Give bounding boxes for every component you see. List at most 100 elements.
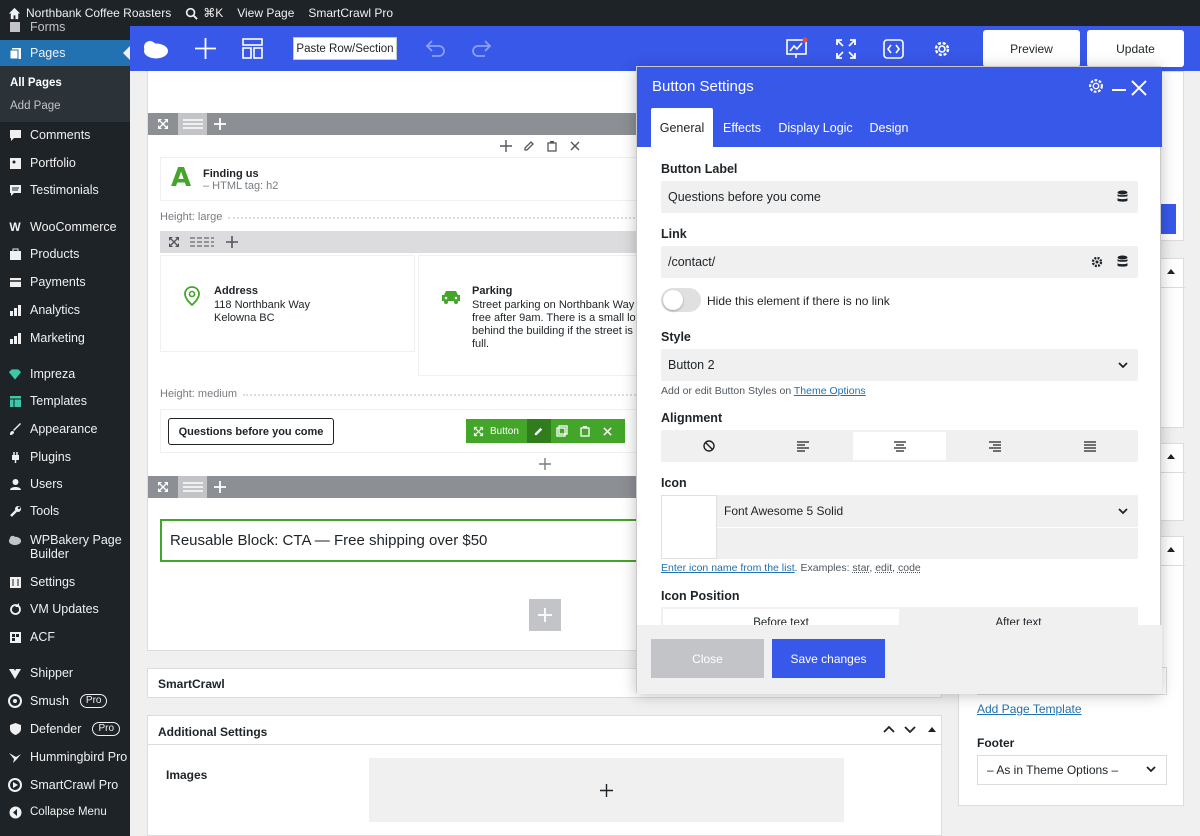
close-icon[interactable] — [569, 140, 581, 152]
preview-button[interactable]: Preview — [983, 30, 1080, 67]
database-icon[interactable] — [1117, 190, 1128, 203]
sidebar-item-settings[interactable]: Settings — [0, 575, 130, 589]
tab-display-logic[interactable]: Display Logic — [775, 108, 856, 147]
database-icon[interactable] — [1117, 255, 1128, 268]
templates-icon[interactable] — [240, 36, 265, 61]
chevron-up-icon[interactable] — [883, 725, 895, 734]
gear-icon[interactable] — [1087, 77, 1105, 95]
sidebar-item-analytics[interactable]: Analytics — [0, 303, 130, 317]
view-page-link[interactable]: View Page — [237, 6, 294, 20]
copy-icon[interactable] — [579, 425, 591, 437]
smartcrawl-link[interactable]: SmartCrawl Pro — [308, 6, 393, 20]
sidebar-item-shipper[interactable]: Shipper — [0, 666, 130, 680]
sidebar-item-woocommerce[interactable]: W WooCommerce — [0, 220, 130, 234]
sidebar-item-payments[interactable]: Payments — [0, 275, 130, 289]
close-button[interactable]: Close — [651, 639, 764, 678]
theme-options-link[interactable]: Theme Options — [794, 385, 866, 397]
sidebar-item-plugins[interactable]: Plugins — [0, 450, 130, 464]
sidebar-item-tools[interactable]: Tools — [0, 504, 130, 518]
sidebar-item-marketing[interactable]: Marketing — [0, 331, 130, 345]
questions-button-preview[interactable]: Questions before you come — [168, 418, 334, 445]
sidebar-item-wpbakery[interactable]: WPBakery Page Builder — [0, 533, 130, 561]
expand-icon[interactable] — [148, 113, 178, 135]
submenu-all-pages[interactable]: All Pages — [10, 77, 62, 89]
sidebar-item-portfolio[interactable]: Portfolio — [0, 156, 130, 170]
column-parking[interactable]: Parking Street parking on Northbank Way … — [418, 255, 643, 376]
add-row-button[interactable] — [529, 599, 561, 631]
tab-effects[interactable]: Effects — [717, 108, 767, 147]
sidebar-item-users[interactable]: Users — [0, 477, 130, 491]
minimize-icon[interactable] — [1112, 89, 1126, 91]
seo-icon[interactable] — [784, 35, 809, 60]
sidebar-item-appearance[interactable]: Appearance — [0, 422, 130, 436]
sidebar-item-defender[interactable]: Defender Pro — [0, 722, 130, 736]
sidebar-item-hummingbird[interactable]: Hummingbird Pro — [0, 750, 130, 764]
style-select[interactable]: Button 2 — [661, 349, 1138, 381]
paste-row-button[interactable]: Paste Row/Section — [293, 37, 397, 60]
example-star[interactable]: star — [852, 562, 869, 574]
caret-up-icon[interactable] — [1167, 547, 1175, 552]
sidebar-item-forms[interactable]: Forms — [0, 20, 130, 34]
icon-set-select[interactable]: Font Awesome 5 Solid — [717, 495, 1138, 527]
icon-name-input[interactable] — [717, 527, 1138, 559]
footer-select[interactable]: – As in Theme Options – — [977, 755, 1167, 785]
reusable-block[interactable]: Reusable Block: CTA — Free shipping over… — [160, 519, 650, 562]
sidebar-item-smartcrawl[interactable]: SmartCrawl Pro — [0, 778, 130, 792]
save-changes-button[interactable]: Save changes — [772, 639, 885, 678]
close-icon[interactable] — [1131, 80, 1147, 96]
gear-icon[interactable] — [929, 36, 954, 61]
update-button[interactable]: Update — [1087, 30, 1184, 67]
expand-icon[interactable] — [168, 236, 180, 248]
delete-icon[interactable] — [602, 426, 613, 437]
plus-icon[interactable] — [500, 140, 512, 152]
sidebar-item-templates[interactable]: Templates — [0, 394, 130, 408]
chevron-down-icon[interactable] — [904, 725, 916, 734]
align-justify-icon[interactable] — [1044, 432, 1136, 460]
button-label-input[interactable]: Questions before you come — [661, 181, 1138, 213]
sidebar-item-impreza[interactable]: Impreza — [0, 367, 130, 381]
icon-position-before[interactable]: Before text — [663, 609, 899, 625]
drag-handle-icon[interactable] — [190, 237, 214, 247]
clone-icon[interactable] — [556, 425, 568, 437]
gear-icon[interactable] — [1091, 256, 1103, 268]
expand-icon[interactable] — [148, 476, 178, 498]
search-shortcut[interactable]: ⌘K — [185, 6, 223, 20]
sidebar-item-vm-updates[interactable]: VM Updates — [0, 602, 130, 616]
pencil-icon[interactable] — [523, 140, 535, 152]
sidebar-item-comments[interactable]: Comments — [0, 128, 130, 142]
collapse-menu-button[interactable]: Collapse Menu — [0, 805, 130, 819]
hide-no-link-toggle[interactable] — [661, 288, 701, 312]
add-column-icon[interactable] — [226, 236, 238, 248]
redo-icon[interactable] — [470, 36, 495, 61]
drag-handle-icon[interactable] — [178, 113, 207, 135]
expand-icon[interactable] — [473, 426, 484, 437]
sidebar-item-products[interactable]: Products — [0, 247, 130, 261]
align-center-icon[interactable] — [853, 432, 946, 460]
copy-icon[interactable] — [546, 140, 558, 152]
undo-icon[interactable] — [422, 36, 447, 61]
link-input[interactable]: /contact/ — [661, 246, 1138, 278]
caret-up-icon[interactable] — [1167, 269, 1175, 274]
heading-element[interactable]: A Finding us – HTML tag: h2 — [160, 157, 638, 201]
align-left-icon[interactable] — [757, 432, 849, 460]
submenu-add-page[interactable]: Add Page — [10, 100, 61, 112]
pencil-icon[interactable] — [526, 419, 551, 443]
publish-button-fragment[interactable] — [1159, 204, 1176, 234]
add-element-icon[interactable] — [193, 36, 218, 61]
tab-design[interactable]: Design — [864, 108, 914, 147]
fullscreen-icon[interactable] — [833, 36, 858, 61]
tab-general[interactable]: General — [651, 108, 713, 147]
drag-handle-icon[interactable] — [178, 476, 207, 498]
example-edit[interactable]: edit — [875, 562, 892, 574]
example-code[interactable]: code — [898, 562, 921, 574]
code-icon[interactable] — [881, 36, 906, 61]
caret-up-icon[interactable] — [928, 727, 936, 732]
icon-list-link[interactable]: Enter icon name from the list — [661, 562, 795, 574]
add-page-template-link[interactable]: Add Page Template — [977, 702, 1082, 716]
align-none-icon[interactable] — [663, 432, 755, 460]
sidebar-item-testimonials[interactable]: Testimonials — [0, 183, 130, 197]
add-row-icon[interactable] — [207, 113, 233, 135]
wpbakery-logo-icon[interactable] — [140, 36, 170, 61]
sidebar-item-pages[interactable]: Pages — [0, 40, 130, 66]
column-address[interactable]: Address 118 Northbank Way Kelowna BC — [160, 255, 415, 352]
